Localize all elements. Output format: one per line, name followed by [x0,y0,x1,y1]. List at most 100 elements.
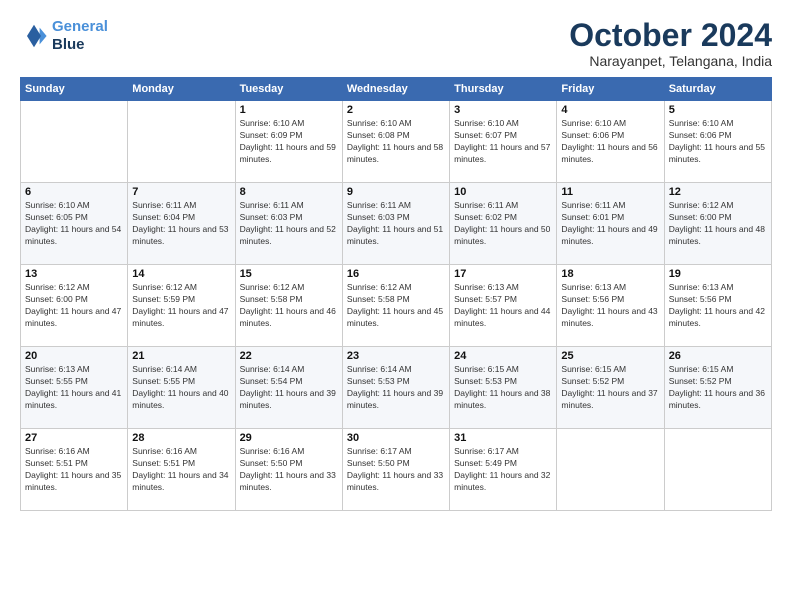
weekday-header-sunday: Sunday [21,78,128,101]
logo: General Blue [20,18,108,54]
day-number: 26 [669,350,767,362]
day-number: 7 [132,186,230,198]
day-number: 12 [669,186,767,198]
day-number: 14 [132,268,230,280]
day-info: Sunrise: 6:12 AM Sunset: 5:58 PM Dayligh… [240,282,338,330]
week-row-3: 13 Sunrise: 6:12 AM Sunset: 6:00 PM Dayli… [21,265,772,347]
calendar-cell: 20Sunrise: 6:13 AM Sunset: 5:55 PM Dayli… [21,347,128,429]
day-info: Sunrise: 6:15 AM Sunset: 5:52 PM Dayligh… [669,364,767,412]
day-number: 10 [454,186,552,198]
calendar-cell: 24Sunrise: 6:15 AM Sunset: 5:53 PM Dayli… [450,347,557,429]
day-info: Sunrise: 6:10 AM Sunset: 6:05 PM Dayligh… [25,200,123,248]
calendar-cell: 17Sunrise: 6:13 AM Sunset: 5:57 PM Dayli… [450,265,557,347]
calendar-cell: 18Sunrise: 6:13 AM Sunset: 5:56 PM Dayli… [557,265,664,347]
calendar-cell: 19Sunrise: 6:13 AM Sunset: 5:56 PM Dayli… [664,265,771,347]
calendar-cell: 29Sunrise: 6:16 AM Sunset: 5:50 PM Dayli… [235,429,342,511]
calendar-cell: 30 Sunrise: 6:17 AM Sunset: 5:50 PM Dayli… [342,429,449,511]
day-number: 5 [669,104,767,116]
day-number: 30 [347,432,445,444]
day-info: Sunrise: 6:12 AM Sunset: 5:59 PM Dayligh… [132,282,230,330]
month-title: October 2024 [569,18,772,53]
calendar-cell: 22 Sunrise: 6:14 AM Sunset: 5:54 PM Dayli… [235,347,342,429]
week-row-1: 1 Sunrise: 6:10 AM Sunset: 6:09 PM Daylig… [21,101,772,183]
calendar-cell: 15 Sunrise: 6:12 AM Sunset: 5:58 PM Dayli… [235,265,342,347]
weekday-header-saturday: Saturday [664,78,771,101]
calendar-cell: 31Sunrise: 6:17 AM Sunset: 5:49 PM Dayli… [450,429,557,511]
day-info: Sunrise: 6:12 AM Sunset: 6:00 PM Dayligh… [669,200,767,248]
day-info: Sunrise: 6:14 AM Sunset: 5:55 PM Dayligh… [132,364,230,412]
calendar-cell: 9Sunrise: 6:11 AM Sunset: 6:03 PM Daylig… [342,183,449,265]
page: General Blue October 2024 Narayanpet, Te… [0,0,792,612]
day-number: 23 [347,350,445,362]
calendar-cell: 1 Sunrise: 6:10 AM Sunset: 6:09 PM Daylig… [235,101,342,183]
calendar-cell: 14 Sunrise: 6:12 AM Sunset: 5:59 PM Dayli… [128,265,235,347]
weekday-header-monday: Monday [128,78,235,101]
day-info: Sunrise: 6:10 AM Sunset: 6:09 PM Dayligh… [240,118,338,166]
day-number: 1 [240,104,338,116]
day-number: 25 [561,350,659,362]
day-number: 31 [454,432,552,444]
day-number: 28 [132,432,230,444]
day-number: 6 [25,186,123,198]
calendar-cell: 11 Sunrise: 6:11 AM Sunset: 6:01 PM Dayli… [557,183,664,265]
day-info: Sunrise: 6:17 AM Sunset: 5:50 PM Dayligh… [347,446,445,494]
day-info: Sunrise: 6:10 AM Sunset: 6:06 PM Dayligh… [669,118,767,166]
weekday-header-row: SundayMondayTuesdayWednesdayThursdayFrid… [21,78,772,101]
calendar-cell: 8 Sunrise: 6:11 AM Sunset: 6:03 PM Daylig… [235,183,342,265]
day-info: Sunrise: 6:14 AM Sunset: 5:53 PM Dayligh… [347,364,445,412]
day-number: 29 [240,432,338,444]
day-number: 20 [25,350,123,362]
week-row-5: 27 Sunrise: 6:16 AM Sunset: 5:51 PM Dayli… [21,429,772,511]
weekday-header-thursday: Thursday [450,78,557,101]
day-number: 27 [25,432,123,444]
weekday-header-friday: Friday [557,78,664,101]
calendar-cell: 21 Sunrise: 6:14 AM Sunset: 5:55 PM Dayli… [128,347,235,429]
day-number: 16 [347,268,445,280]
calendar-cell: 13 Sunrise: 6:12 AM Sunset: 6:00 PM Dayli… [21,265,128,347]
day-number: 2 [347,104,445,116]
calendar-cell: 27 Sunrise: 6:16 AM Sunset: 5:51 PM Dayli… [21,429,128,511]
calendar-cell [128,101,235,183]
day-number: 13 [25,268,123,280]
day-info: Sunrise: 6:15 AM Sunset: 5:52 PM Dayligh… [561,364,659,412]
day-info: Sunrise: 6:14 AM Sunset: 5:54 PM Dayligh… [240,364,338,412]
day-number: 11 [561,186,659,198]
day-info: Sunrise: 6:10 AM Sunset: 6:06 PM Dayligh… [561,118,659,166]
day-info: Sunrise: 6:11 AM Sunset: 6:01 PM Dayligh… [561,200,659,248]
day-info: Sunrise: 6:12 AM Sunset: 6:00 PM Dayligh… [25,282,123,330]
day-number: 19 [669,268,767,280]
day-info: Sunrise: 6:16 AM Sunset: 5:51 PM Dayligh… [132,446,230,494]
weekday-header-tuesday: Tuesday [235,78,342,101]
header: General Blue October 2024 Narayanpet, Te… [20,18,772,69]
day-number: 18 [561,268,659,280]
day-number: 3 [454,104,552,116]
day-number: 24 [454,350,552,362]
calendar-cell [21,101,128,183]
day-info: Sunrise: 6:11 AM Sunset: 6:02 PM Dayligh… [454,200,552,248]
calendar-cell: 7Sunrise: 6:11 AM Sunset: 6:04 PM Daylig… [128,183,235,265]
day-info: Sunrise: 6:11 AM Sunset: 6:03 PM Dayligh… [240,200,338,248]
calendar-cell: 4 Sunrise: 6:10 AM Sunset: 6:06 PM Daylig… [557,101,664,183]
calendar-cell [664,429,771,511]
logo-icon [20,22,48,50]
calendar-cell: 23 Sunrise: 6:14 AM Sunset: 5:53 PM Dayli… [342,347,449,429]
calendar-cell: 6 Sunrise: 6:10 AM Sunset: 6:05 PM Daylig… [21,183,128,265]
day-number: 15 [240,268,338,280]
calendar-cell: 26 Sunrise: 6:15 AM Sunset: 5:52 PM Dayli… [664,347,771,429]
week-row-4: 20Sunrise: 6:13 AM Sunset: 5:55 PM Dayli… [21,347,772,429]
day-info: Sunrise: 6:12 AM Sunset: 5:58 PM Dayligh… [347,282,445,330]
day-number: 21 [132,350,230,362]
day-number: 4 [561,104,659,116]
logo-text: General Blue [52,18,108,54]
weekday-header-wednesday: Wednesday [342,78,449,101]
calendar-table: SundayMondayTuesdayWednesdayThursdayFrid… [20,77,772,511]
calendar-cell: 3 Sunrise: 6:10 AM Sunset: 6:07 PM Daylig… [450,101,557,183]
day-number: 22 [240,350,338,362]
calendar-cell: 16 Sunrise: 6:12 AM Sunset: 5:58 PM Dayli… [342,265,449,347]
calendar-cell: 12 Sunrise: 6:12 AM Sunset: 6:00 PM Dayli… [664,183,771,265]
day-info: Sunrise: 6:10 AM Sunset: 6:07 PM Dayligh… [454,118,552,166]
week-row-2: 6 Sunrise: 6:10 AM Sunset: 6:05 PM Daylig… [21,183,772,265]
day-number: 8 [240,186,338,198]
day-info: Sunrise: 6:16 AM Sunset: 5:51 PM Dayligh… [25,446,123,494]
day-number: 17 [454,268,552,280]
